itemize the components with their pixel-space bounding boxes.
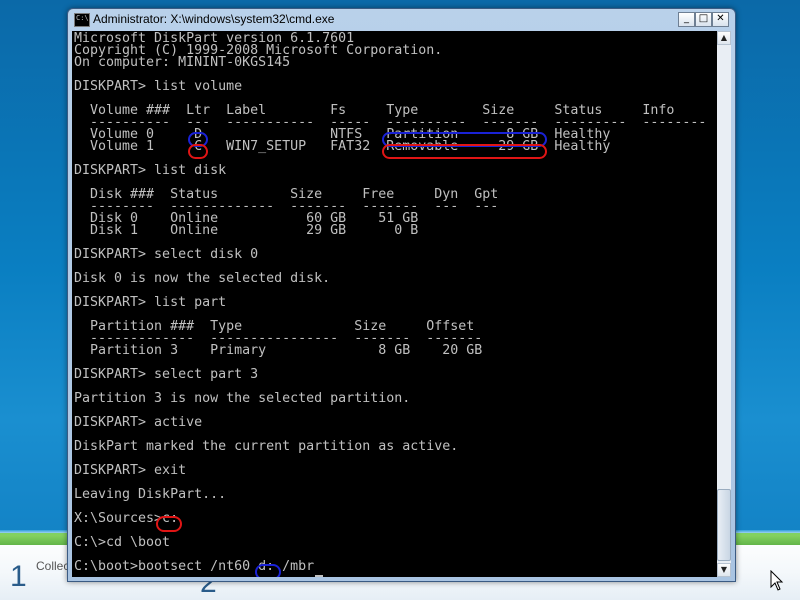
annotation-volume1-letter — [188, 144, 208, 159]
annotation-d-drive — [255, 564, 281, 577]
text-cursor — [315, 575, 323, 577]
console-line: DISKPART> select part 3 — [74, 367, 259, 382]
mouse-pointer-icon — [770, 570, 784, 591]
console-line: DISKPART> select disk 0 — [74, 247, 259, 262]
title-bar[interactable]: C:\ Administrator: X:\windows\system32\c… — [68, 9, 735, 31]
window-title: Administrator: X:\windows\system32\cmd.e… — [93, 12, 335, 26]
console-output[interactable]: Microsoft DiskPart version 6.1.7601 Copyr… — [72, 31, 717, 577]
console-line: On computer: MININT-0KGS145 — [74, 55, 291, 70]
console-line: DiskPart marked the current partition as… — [74, 439, 459, 454]
scroll-down-icon[interactable]: ▼ — [717, 563, 731, 577]
cmd-window[interactable]: C:\ Administrator: X:\windows\system32\c… — [67, 8, 736, 582]
console-line: Leaving DiskPart... — [74, 487, 227, 502]
console-line: DISKPART> list volume — [74, 79, 243, 94]
console-line: DISKPART> list part — [74, 295, 227, 310]
console-line: Partition 3 is now the selected partitio… — [74, 391, 411, 406]
annotation-volume1-type-size — [382, 144, 547, 159]
console-line: DISKPART> list disk — [74, 163, 227, 178]
console-line: Disk 0 is now the selected disk. — [74, 271, 331, 286]
console-line: C:\>cd \boot — [74, 535, 171, 550]
desktop-background: 1 Collec 2 C:\ Administrator: X:\windows… — [0, 0, 800, 600]
scroll-up-icon[interactable]: ▲ — [717, 31, 731, 45]
console-line: Disk 1 Online 29 GB 0 B — [74, 223, 419, 238]
console-line: DISKPART> active — [74, 415, 203, 430]
minimize-button[interactable]: _ — [678, 12, 695, 27]
scroll-thumb[interactable] — [717, 489, 731, 561]
console-line: Partition 3 Primary 8 GB 20 GB — [74, 343, 483, 358]
setup-step-1-label: Collec — [36, 559, 70, 573]
vertical-scrollbar[interactable]: ▲ ▼ — [717, 31, 731, 577]
close-button[interactable]: ✕ — [712, 12, 729, 27]
maximize-button[interactable]: □ — [695, 12, 712, 27]
setup-step-1: 1 — [10, 560, 27, 593]
annotation-c-drive — [156, 516, 182, 532]
console-line: DISKPART> exit — [74, 463, 187, 478]
cmd-icon[interactable]: C:\ — [74, 13, 90, 27]
